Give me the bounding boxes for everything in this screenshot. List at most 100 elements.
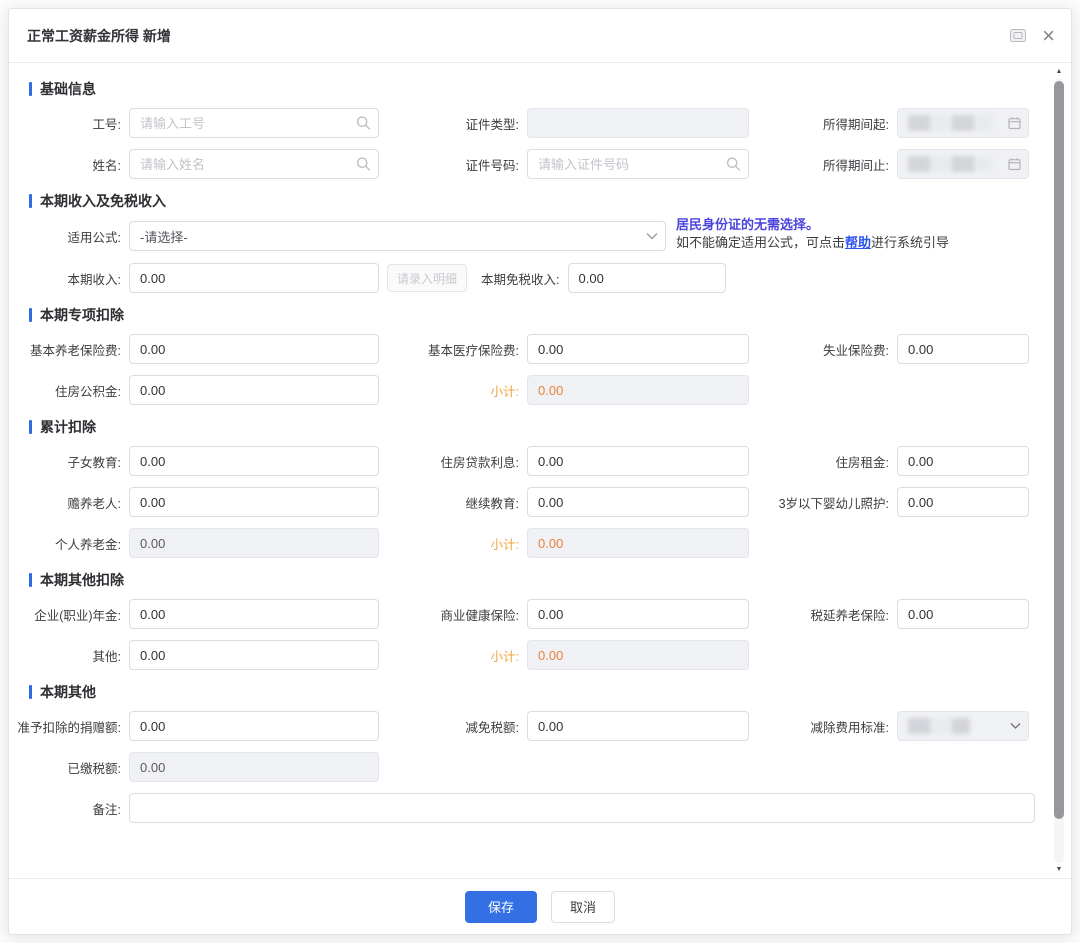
close-icon[interactable]: ×	[1042, 26, 1055, 46]
tax-reduction-input[interactable]	[528, 712, 748, 740]
chevron-down-icon	[1010, 723, 1021, 730]
children-edu-input[interactable]	[130, 447, 378, 475]
cert-no-field[interactable]	[527, 149, 749, 179]
other-field[interactable]	[129, 640, 379, 670]
remark-field[interactable]	[129, 793, 1035, 823]
housing-fund-field[interactable]	[129, 375, 379, 405]
other-subtotal-label: 小计:	[379, 646, 519, 665]
section-other-deduction: 本期其他扣除	[29, 570, 1033, 590]
deferred-pension-input[interactable]	[898, 600, 1028, 628]
housing-fund-input[interactable]	[130, 376, 378, 404]
health-insurance-input[interactable]	[528, 600, 748, 628]
scroll-up-icon[interactable]: ▲	[1056, 67, 1063, 76]
elderly-support-input[interactable]	[130, 488, 378, 516]
current-income-input[interactable]	[130, 264, 378, 292]
cancel-button[interactable]: 取消	[551, 891, 615, 923]
house-rent-input[interactable]	[898, 447, 1028, 475]
cert-no-input[interactable]	[528, 150, 748, 178]
personal-pension-label: 个人养老金:	[29, 534, 121, 553]
help-link[interactable]: 帮助	[845, 235, 871, 250]
other-input[interactable]	[130, 641, 378, 669]
pension-label: 基本养老保险费:	[29, 340, 121, 359]
cert-type-label: 证件类型:	[379, 114, 519, 133]
formula-label: 适用公式:	[29, 227, 121, 246]
deferred-pension-label: 税延养老保险:	[755, 605, 889, 624]
section-accent-bar	[29, 685, 32, 699]
calendar-icon[interactable]	[1008, 158, 1021, 171]
search-icon[interactable]	[726, 157, 741, 172]
continuing-edu-input[interactable]	[528, 488, 748, 516]
period-end-field[interactable]	[897, 149, 1029, 179]
continuing-edu-field[interactable]	[527, 487, 749, 517]
search-icon[interactable]	[356, 116, 371, 131]
children-edu-field[interactable]	[129, 446, 379, 476]
save-button[interactable]: 保存	[465, 891, 537, 923]
deferred-pension-field[interactable]	[897, 599, 1029, 629]
unemployment-field[interactable]	[897, 334, 1029, 364]
personal-pension-field	[129, 528, 379, 558]
unemployment-input[interactable]	[898, 335, 1028, 363]
hint-resident-id: 居民身份证的无需选择。	[676, 216, 949, 234]
paid-tax-value	[130, 753, 378, 781]
medical-input[interactable]	[528, 335, 748, 363]
emp-no-label: 工号:	[29, 114, 121, 133]
deduction-standard-select[interactable]	[897, 711, 1029, 741]
current-income-field[interactable]	[129, 263, 379, 293]
elderly-support-field[interactable]	[129, 487, 379, 517]
cert-no-label: 证件号码:	[379, 155, 519, 174]
infant-care-input[interactable]	[898, 488, 1028, 516]
scrollbar-thumb[interactable]	[1054, 81, 1064, 819]
scroll-down-icon[interactable]: ▼	[1056, 865, 1063, 874]
period-start-field[interactable]	[897, 108, 1029, 138]
dialog-normal-salary-add: 正常工资薪金所得 新增 × 基础信息 工号:	[8, 8, 1072, 935]
other-label: 其他:	[29, 646, 121, 665]
continuing-edu-label: 继续教育:	[379, 493, 519, 512]
name-input[interactable]	[130, 150, 378, 178]
scrollbar-track[interactable]	[1054, 78, 1064, 863]
children-edu-label: 子女教育:	[29, 452, 121, 471]
cert-type-field	[527, 108, 749, 138]
personal-pension-value	[130, 529, 378, 557]
dialog-body: 基础信息 工号: 证件类型: 所得期间起: 姓名:	[9, 63, 1071, 823]
medical-field[interactable]	[527, 334, 749, 364]
tax-free-income-field[interactable]	[568, 263, 726, 293]
pension-field[interactable]	[129, 334, 379, 364]
name-field[interactable]	[129, 149, 379, 179]
annuity-input[interactable]	[130, 600, 378, 628]
enter-detail-button[interactable]: 请录入明细	[387, 264, 467, 292]
vertical-scrollbar[interactable]: ▲ ▼	[1053, 67, 1065, 874]
house-rent-field[interactable]	[897, 446, 1029, 476]
tax-reduction-field[interactable]	[527, 711, 749, 741]
pension-input[interactable]	[130, 335, 378, 363]
other-subtotal-value	[528, 641, 748, 669]
other-subtotal-field	[527, 640, 749, 670]
emp-no-input[interactable]	[130, 109, 378, 137]
emp-no-field[interactable]	[129, 108, 379, 138]
name-label: 姓名:	[29, 155, 121, 174]
donation-label: 准予扣除的捐赠额:	[29, 717, 121, 736]
donation-input[interactable]	[130, 712, 378, 740]
calendar-icon[interactable]	[1008, 117, 1021, 130]
remark-label: 备注:	[29, 799, 121, 818]
mortgage-interest-input[interactable]	[528, 447, 748, 475]
medical-label: 基本医疗保险费:	[379, 340, 519, 359]
section-current-income: 本期收入及免税收入	[29, 191, 1033, 211]
infant-care-field[interactable]	[897, 487, 1029, 517]
section-special-deduction: 本期专项扣除	[29, 305, 1033, 325]
remark-input[interactable]	[130, 794, 1034, 822]
health-insurance-label: 商业健康保险:	[379, 605, 519, 624]
health-insurance-field[interactable]	[527, 599, 749, 629]
unemployment-label: 失业保险费:	[755, 340, 889, 359]
formula-hint: 居民身份证的无需选择。 如不能确定适用公式，可点击帮助进行系统引导	[676, 216, 949, 252]
redacted-value	[908, 718, 970, 734]
donation-field[interactable]	[129, 711, 379, 741]
fullscreen-icon[interactable]	[1010, 29, 1026, 42]
mortgage-interest-field[interactable]	[527, 446, 749, 476]
search-icon[interactable]	[356, 157, 371, 172]
cumulative-subtotal-field	[527, 528, 749, 558]
special-subtotal-field	[527, 375, 749, 405]
annuity-field[interactable]	[129, 599, 379, 629]
tax-free-income-input[interactable]	[569, 264, 725, 292]
formula-select[interactable]: -请选择-	[129, 221, 666, 251]
dialog-title: 正常工资薪金所得 新增	[27, 26, 171, 46]
